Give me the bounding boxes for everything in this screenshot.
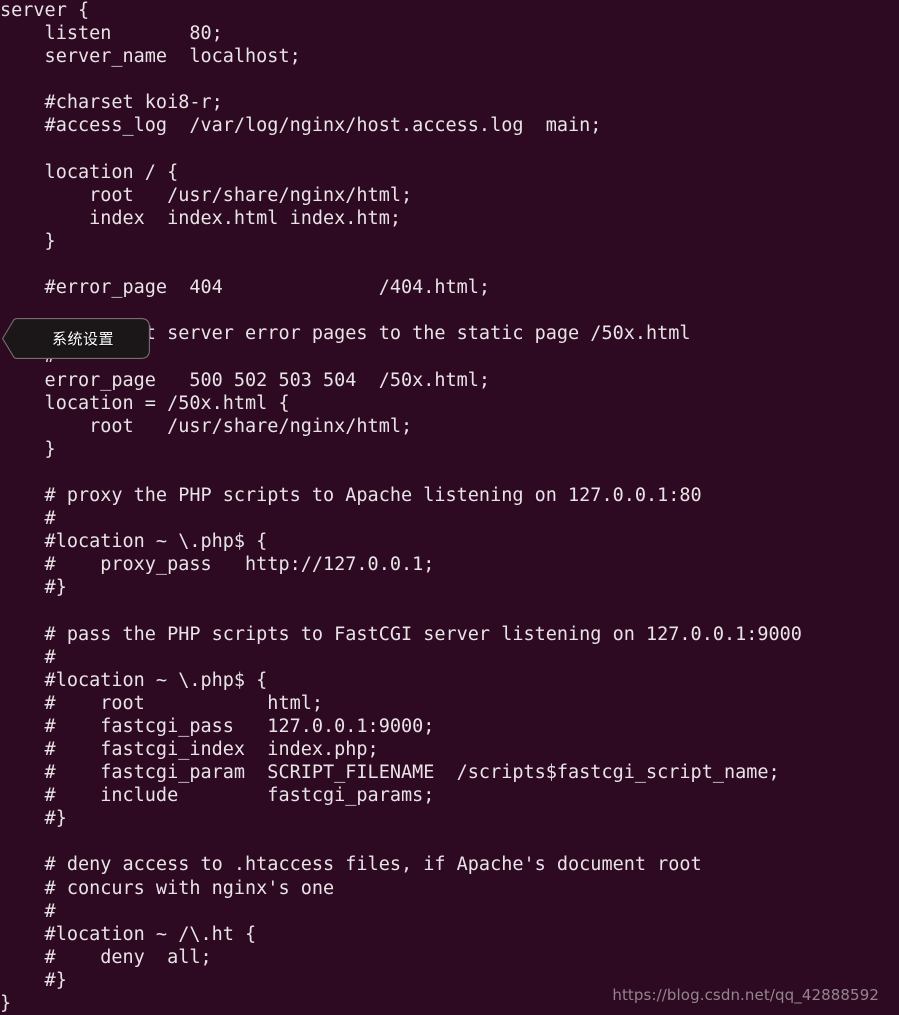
- terminal-text-area[interactable]: server { listen 80; server_name localhos…: [0, 0, 899, 1015]
- terminal-line: # fastcgi_index index.php;: [0, 739, 379, 760]
- terminal-line: # root html;: [0, 692, 324, 714]
- system-settings-tooltip[interactable]: 系统设置: [2, 318, 150, 359]
- terminal-line: index index.html index.htm;: [0, 207, 401, 229]
- terminal-line: #}: [0, 577, 67, 599]
- terminal-line: #}: [0, 808, 67, 830]
- terminal-line: # fastcgi_pass 127.0.0.1:9000;: [0, 715, 435, 737]
- terminal-line: #: [0, 646, 56, 668]
- terminal-line: error_page 500 502 503 504 /50x.html;: [0, 369, 491, 391]
- terminal-line: listen 80;: [0, 23, 223, 45]
- terminal-line: }: [0, 438, 56, 460]
- terminal-line: #access_log /var/log/nginx/host.access.l…: [0, 115, 602, 137]
- terminal-line: # concurs with nginx's one: [0, 877, 335, 899]
- terminal-line: #: [0, 508, 56, 530]
- terminal-line: location / {: [0, 161, 179, 183]
- terminal-line: root /usr/share/nginx/html;: [0, 415, 413, 437]
- terminal-line: # proxy the PHP scripts to Apache listen…: [0, 484, 702, 506]
- terminal-line: # fastcgi_param SCRIPT_FILENAME /scripts…: [0, 762, 780, 784]
- terminal-line: root /usr/share/nginx/html;: [0, 184, 413, 206]
- terminal-window[interactable]: server { listen 80; server_name localhos…: [0, 0, 899, 1015]
- terminal-line: location = /50x.html {: [0, 392, 290, 414]
- terminal-line: }: [0, 230, 56, 252]
- terminal-line: #: [0, 900, 56, 922]
- terminal-line: # deny all;: [0, 946, 212, 968]
- terminal-line: #error_page 404 /404.html;: [0, 277, 491, 299]
- terminal-line: server {: [0, 0, 90, 21]
- terminal-line: #location ~ /\.ht {: [0, 923, 257, 945]
- terminal-line: # deny access to .htaccess files, if Apa…: [0, 854, 702, 876]
- terminal-line: server_name localhost;: [0, 46, 301, 68]
- terminal-line: # pass the PHP scripts to FastCGI server…: [0, 623, 802, 645]
- blog-watermark: https://blog.csdn.net/qq_42888592: [612, 986, 879, 1004]
- terminal-line: # proxy_pass http://127.0.0.1;: [0, 554, 435, 576]
- terminal-line: # include fastcgi_params;: [0, 785, 435, 807]
- terminal-line: #location ~ \.php$ {: [0, 669, 268, 691]
- terminal-line: #charset koi8-r;: [0, 92, 223, 114]
- tooltip-label: 系统设置: [51, 330, 114, 348]
- terminal-line: #location ~ \.php$ {: [0, 531, 268, 553]
